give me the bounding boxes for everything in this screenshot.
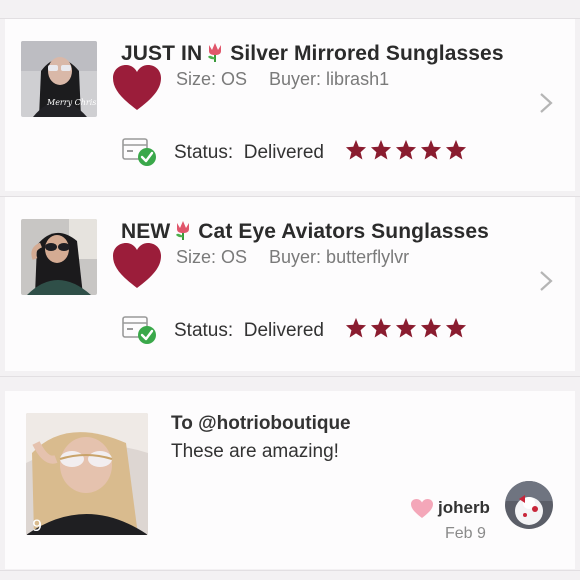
divider: [0, 570, 580, 571]
star-icon: [395, 139, 417, 160]
buyer-label: Buyer: butterflylvr: [269, 247, 410, 267]
star-icon: [445, 317, 467, 338]
status-value: Delivered: [243, 141, 324, 163]
thumbnail-caption: Merry Christmas: [46, 98, 97, 107]
listing-meta: Size: OS Buyer: butterflylvr: [176, 247, 431, 268]
status-row: Status: Delivered: [122, 312, 324, 349]
star-rating: [345, 317, 467, 338]
listing-thumbnail[interactable]: [21, 219, 97, 295]
status-value: Delivered: [243, 319, 324, 341]
star-icon: [345, 317, 367, 338]
heart-icon: [111, 62, 163, 119]
status-text: Status: Delivered: [174, 320, 324, 342]
size-label: Size: OS: [176, 69, 248, 89]
star-icon: [420, 139, 442, 160]
status-text: Status: Delivered: [174, 142, 324, 164]
star-icon: [345, 139, 367, 160]
comment-text: These are amazing!: [171, 441, 339, 462]
comment-recipient[interactable]: To @hotrioboutique: [171, 413, 351, 435]
listing-meta: Size: OS Buyer: librash1: [176, 69, 411, 90]
tulip-icon: [173, 219, 193, 247]
listing-thumbnail[interactable]: Merry Christmas: [21, 41, 97, 117]
delivery-box-icon: [122, 312, 158, 349]
status-label: Status:: [174, 319, 234, 341]
comment-username[interactable]: joherb: [438, 498, 490, 518]
delivery-box-icon: [122, 134, 158, 171]
comment-thumbnail[interactable]: 9: [26, 413, 148, 535]
star-icon: [370, 139, 392, 160]
listing-name: Cat Eye Aviators Sunglasses: [198, 220, 489, 243]
star-icon: [445, 139, 467, 160]
order-card-1[interactable]: Merry Christmas JUST INSilver Mirrored S…: [5, 19, 575, 191]
avatar[interactable]: [505, 481, 553, 529]
heart-icon: [111, 240, 163, 297]
star-icon: [395, 317, 417, 338]
status-row: Status: Delivered: [122, 134, 324, 171]
star-icon: [370, 317, 392, 338]
buyer-label: Buyer: librash1: [269, 69, 390, 89]
size-label: Size: OS: [176, 247, 248, 267]
listing-title[interactable]: NEW Cat Eye Aviators Sunglasses: [121, 219, 489, 247]
comment-date: Feb 9: [445, 525, 486, 542]
listing-title[interactable]: JUST IN Silver Mirrored Sunglasses: [121, 41, 504, 69]
chevron-right-icon[interactable]: [539, 92, 553, 119]
comment-card[interactable]: 9 To @hotrioboutique These are amazing! …: [5, 391, 575, 569]
status-label: Status:: [174, 141, 234, 163]
chevron-right-icon[interactable]: [539, 270, 553, 297]
listing-name: Silver Mirrored Sunglasses: [230, 42, 504, 65]
like-heart-icon[interactable]: [410, 498, 434, 525]
svg-text:9: 9: [32, 516, 42, 535]
order-card-2[interactable]: NEW Cat Eye Aviators Sunglasses Size: OS B…: [5, 197, 575, 371]
star-icon: [420, 317, 442, 338]
tulip-icon: [205, 41, 225, 69]
divider: [0, 376, 580, 377]
star-rating: [345, 139, 467, 160]
